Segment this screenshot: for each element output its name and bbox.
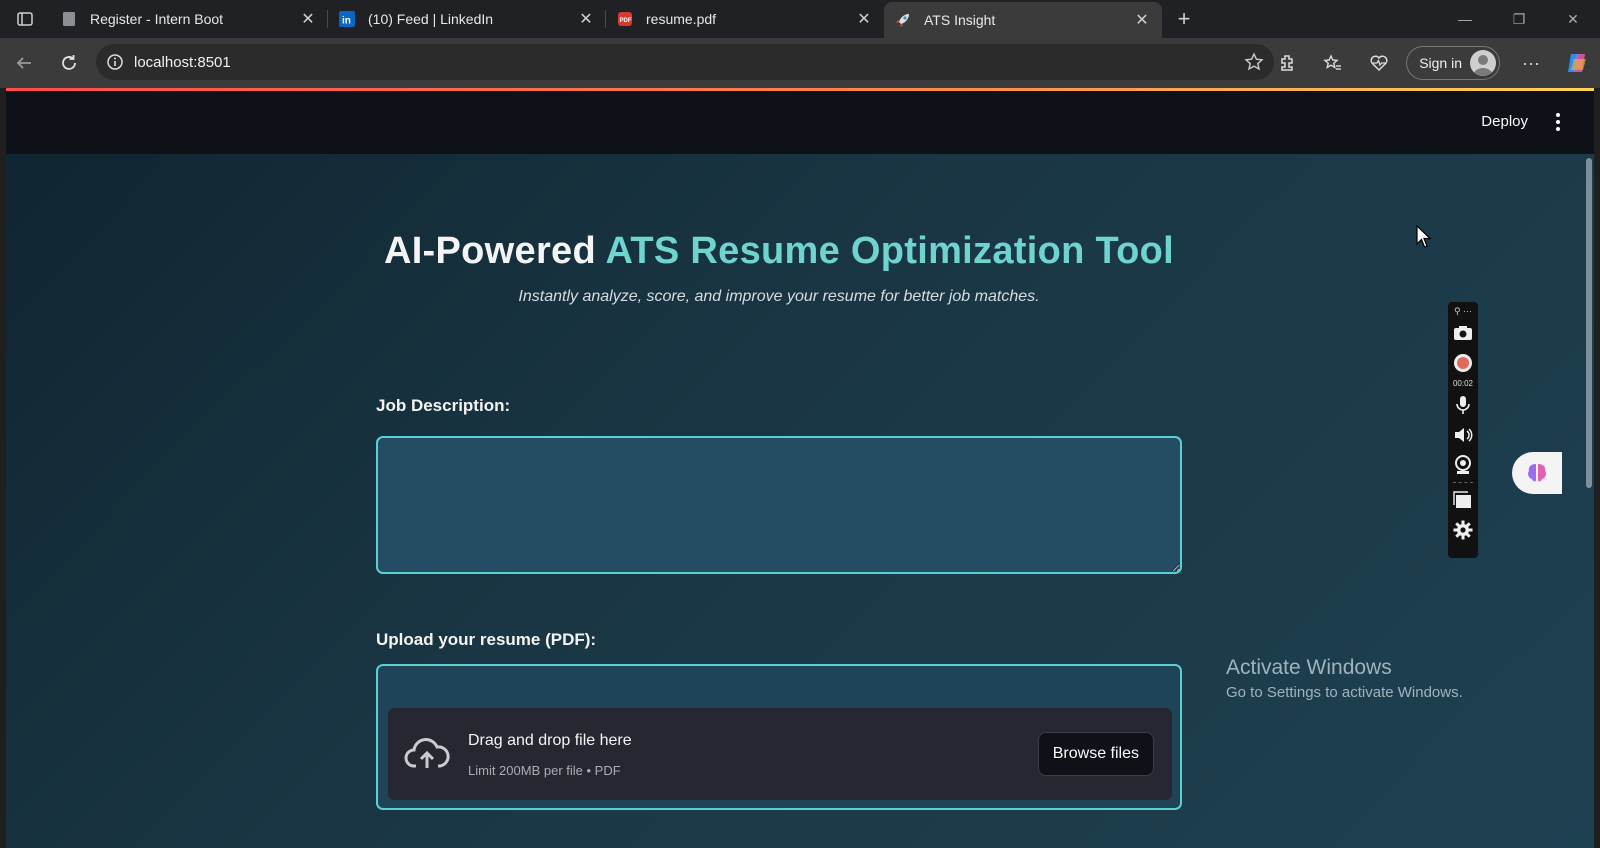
windows-activation-watermark: Activate Windows Go to Settings to activ… <box>1226 656 1463 701</box>
screen-recorder-toolbar: ⚲ ··· 00:02 <box>1448 302 1478 558</box>
speaker-icon[interactable] <box>1448 420 1478 450</box>
recorder-divider <box>1453 482 1473 483</box>
favorites-icon[interactable] <box>1310 38 1356 88</box>
record-icon[interactable] <box>1448 348 1478 378</box>
cloud-upload-icon <box>404 734 450 774</box>
copilot-icon[interactable] <box>1554 38 1600 88</box>
webcam-icon[interactable] <box>1448 450 1478 480</box>
refresh-icon[interactable] <box>48 42 90 84</box>
recorder-menu-icon[interactable]: ⚲ ··· <box>1454 306 1472 318</box>
file-dropzone[interactable]: Drag and drop file here Limit 200MB per … <box>388 708 1172 800</box>
tab-ats-insight[interactable]: ATS Insight ✕ <box>884 2 1162 38</box>
more-options-icon[interactable]: ··· <box>1508 38 1554 88</box>
pdf-icon: PDF <box>616 10 634 28</box>
linkedin-icon: in <box>338 10 356 28</box>
sign-in-button[interactable]: Sign in <box>1406 46 1500 80</box>
dropzone-title: Drag and drop file here <box>468 732 632 749</box>
site-info-icon[interactable] <box>96 53 134 71</box>
deploy-button[interactable]: Deploy <box>1473 109 1536 134</box>
close-icon[interactable]: ✕ <box>854 9 874 29</box>
mouse-cursor-icon <box>1416 225 1432 248</box>
window-controls: — ❐ ✕ <box>1438 0 1600 38</box>
brain-icon <box>1528 464 1546 482</box>
close-icon[interactable]: ✕ <box>298 9 318 29</box>
url-text: localhost:8501 <box>134 53 231 71</box>
file-uploader: Drag and drop file here Limit 200MB per … <box>376 664 1182 810</box>
side-assistant-button[interactable] <box>1512 452 1562 494</box>
address-bar[interactable]: localhost:8501 <box>96 44 1274 80</box>
page-subtitle: Instantly analyze, score, and improve yo… <box>518 288 1040 305</box>
settings-gear-icon[interactable] <box>1448 515 1478 545</box>
dropzone-limit: Limit 200MB per file • PDF <box>468 763 621 778</box>
close-window-icon[interactable]: ✕ <box>1546 0 1600 38</box>
main-menu-icon[interactable] <box>1548 107 1568 137</box>
extensions-icon[interactable] <box>1264 38 1310 88</box>
restore-icon[interactable]: ❐ <box>1492 0 1546 38</box>
new-tab-button[interactable]: + <box>1162 0 1206 38</box>
tab-title: Register - Intern Boot <box>90 11 224 27</box>
tab-actions-icon[interactable] <box>0 0 50 38</box>
page-icon <box>60 10 78 28</box>
app-header: Deploy <box>6 91 1594 154</box>
tab-resume-pdf[interactable]: PDF resume.pdf ✕ <box>606 0 884 38</box>
tab-linkedin[interactable]: in (10) Feed | LinkedIn ✕ <box>328 0 606 38</box>
page-title: AI-Powered ATS Resume Optimization Tool <box>376 230 1182 273</box>
tab-title: resume.pdf <box>646 11 717 27</box>
browser-health-icon[interactable] <box>1356 38 1402 88</box>
screen-region-icon[interactable] <box>1448 485 1478 515</box>
sign-in-label: Sign in <box>1419 55 1462 71</box>
activate-subtitle: Go to Settings to activate Windows. <box>1226 684 1463 701</box>
close-icon[interactable]: ✕ <box>576 9 596 29</box>
recording-timer: 00:02 <box>1452 379 1474 388</box>
activate-title: Activate Windows <box>1226 656 1392 679</box>
title-highlight-white: AI-Powered <box>383 230 596 272</box>
rocket-icon <box>894 11 912 29</box>
microphone-icon[interactable] <box>1448 390 1478 420</box>
tab-title: ATS Insight <box>924 12 996 28</box>
close-icon[interactable]: ✕ <box>1132 10 1152 30</box>
browser-tab-strip: Register - Intern Boot ✕ in (10) Feed | … <box>0 0 1600 38</box>
streamlit-app: Deploy AI-Powered ATS Resume Optimizatio… <box>6 88 1594 848</box>
browser-toolbar: localhost:8501 Sign in ··· <box>0 38 1600 88</box>
job-description-label: Job Description: <box>376 396 511 415</box>
tab-title: (10) Feed | LinkedIn <box>368 11 494 27</box>
avatar-icon <box>1470 50 1496 76</box>
minimize-icon[interactable]: — <box>1438 0 1492 38</box>
svg-text:in: in <box>342 16 351 27</box>
camera-icon[interactable] <box>1448 318 1478 348</box>
tab-register[interactable]: Register - Intern Boot ✕ <box>50 0 328 38</box>
upload-label: Upload your resume (PDF): <box>376 630 597 649</box>
browse-files-button[interactable]: Browse files <box>1037 732 1154 776</box>
job-description-input[interactable] <box>376 436 1182 574</box>
title-highlight-teal: ATS Resume Optimization Tool <box>605 230 1175 272</box>
back-icon[interactable] <box>3 42 45 84</box>
scrollbar[interactable] <box>1586 158 1592 488</box>
svg-text:PDF: PDF <box>620 18 632 24</box>
